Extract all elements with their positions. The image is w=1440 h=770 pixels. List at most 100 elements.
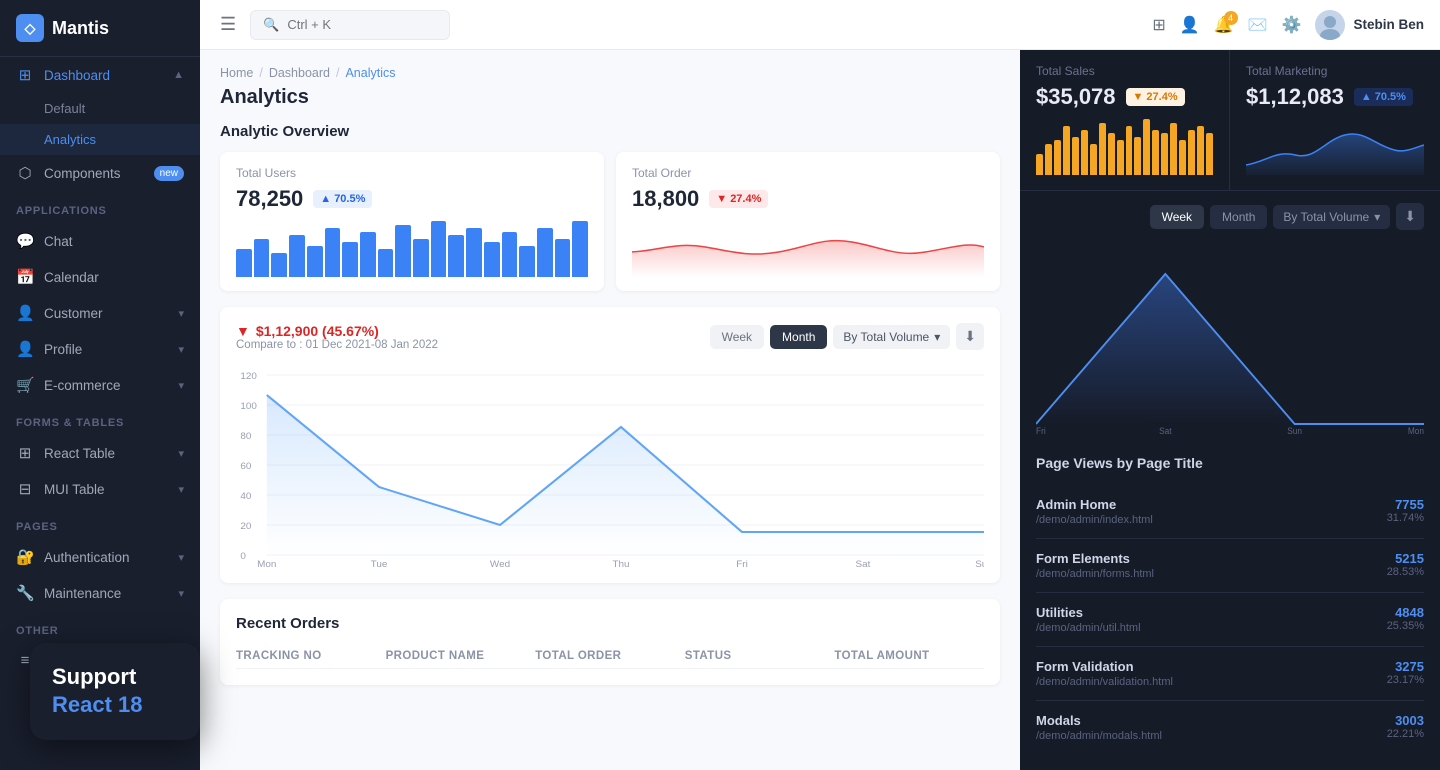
bar: [1170, 123, 1177, 176]
area-chart-marketing: [1246, 120, 1424, 180]
stat-label-orders: Total Order: [632, 166, 984, 180]
week-button[interactable]: Week: [710, 325, 764, 349]
svg-text:Mon: Mon: [1408, 426, 1424, 434]
stat-value-users: 78,250: [236, 186, 303, 212]
bar: [1161, 133, 1168, 175]
dark-main-chart: Fri Sat Sun Mon: [1036, 234, 1424, 439]
bar: [1099, 123, 1106, 176]
user-switch-icon[interactable]: 👤: [1180, 15, 1200, 35]
pv-url-1: /demo/admin/forms.html: [1036, 568, 1154, 580]
stat-value-marketing: $1,12,083: [1246, 84, 1344, 110]
svg-text:Fri: Fri: [736, 559, 748, 567]
svg-text:Mon: Mon: [257, 559, 276, 567]
col-amount: TOTAL AMOUNT: [834, 650, 984, 662]
bar: [1188, 130, 1195, 176]
menu-toggle-button[interactable]: ☰: [216, 10, 240, 39]
breadcrumb-home[interactable]: Home: [220, 66, 253, 80]
dark-month-button[interactable]: Month: [1210, 205, 1267, 229]
page-views-section: Page Views by Page Title Admin Home /dem…: [1020, 439, 1440, 770]
bar-chart-users: [236, 222, 588, 277]
sidebar-item-ecommerce[interactable]: 🛒 E-commerce ▾: [0, 367, 200, 403]
svg-text:20: 20: [240, 521, 251, 531]
stat-card-marketing: Total Marketing $1,12,083 ▲ 70.5%: [1230, 50, 1440, 191]
chevron-down-icon: ▾: [934, 330, 940, 344]
table-header: TRACKING NO PRODUCT NAME TOTAL ORDER STA…: [236, 644, 984, 669]
bar: [395, 225, 411, 278]
sidebar-item-react-table[interactable]: ⊞ React Table ▾: [0, 435, 200, 471]
notifications-icon[interactable]: 🔔 4: [1214, 15, 1234, 35]
support-popup[interactable]: Support React 18: [30, 643, 200, 740]
bar: [1072, 137, 1079, 176]
search-box[interactable]: 🔍: [250, 10, 450, 40]
dark-download-button[interactable]: ⬇: [1396, 203, 1424, 230]
topbar-left: ☰ 🔍: [216, 10, 1140, 40]
support-subtitle: React 18: [52, 691, 178, 720]
dark-volume-button[interactable]: By Total Volume ▾: [1273, 205, 1390, 229]
arrow-down-icon: ▼: [1133, 91, 1144, 103]
pv-count-1: 5215: [1387, 551, 1424, 566]
sidebar-item-customer[interactable]: 👤 Customer ▾: [0, 295, 200, 331]
pv-pct-1: 28.53%: [1387, 566, 1424, 578]
sidebar-item-components[interactable]: ⬡ Components new: [0, 155, 200, 191]
sidebar-item-dashboard[interactable]: ⊞ Dashboard ▲: [0, 57, 200, 93]
bar: [1117, 140, 1124, 175]
logo[interactable]: ◇ Mantis: [0, 0, 200, 57]
bar: [236, 249, 252, 277]
stat-label-users: Total Users: [236, 166, 588, 180]
sidebar-item-mui-table[interactable]: ⊟ MUI Table ▾: [0, 471, 200, 507]
arrow-down-icon: ▼: [716, 193, 727, 205]
pv-pct-2: 25.35%: [1387, 620, 1424, 632]
income-header: ▼ $1,12,900 (45.67%) Compare to : 01 Dec…: [236, 323, 984, 363]
svg-text:Sat: Sat: [856, 559, 871, 567]
week-controls: Week Month By Total Volume ▾ ⬇: [710, 323, 984, 350]
svg-text:Sun: Sun: [1287, 426, 1302, 434]
svg-text:80: 80: [240, 431, 251, 441]
table-icon: ⊞: [16, 444, 34, 462]
bar: [289, 235, 305, 277]
month-button[interactable]: Month: [770, 325, 827, 349]
sidebar-item-authentication[interactable]: 🔐 Authentication ▾: [0, 539, 200, 575]
down-arrow-icon: ▼: [236, 323, 250, 339]
search-icon: 🔍: [263, 17, 279, 33]
content-area: Home / Dashboard / Analytics Analytics A…: [200, 50, 1440, 770]
sidebar-item-calendar[interactable]: 📅 Calendar: [0, 259, 200, 295]
sidebar-sub-analytics[interactable]: Analytics: [0, 124, 200, 155]
chevron-down-icon: ▾: [178, 447, 184, 460]
main-content: ☰ 🔍 ⊞ 👤 🔔 4 ✉️ ⚙️ Stebin Ben: [200, 0, 1440, 770]
income-left: ▼ $1,12,900 (45.67%) Compare to : 01 Dec…: [236, 323, 438, 363]
pv-url-2: /demo/admin/util.html: [1036, 622, 1141, 634]
pv-name-0: Admin Home: [1036, 497, 1153, 512]
svg-text:Tue: Tue: [371, 559, 388, 567]
chevron-down-icon: ▾: [178, 483, 184, 496]
download-button[interactable]: ⬇: [956, 323, 984, 350]
sidebar-item-maintenance[interactable]: 🔧 Maintenance ▾: [0, 575, 200, 611]
sidebar-item-profile[interactable]: 👤 Profile ▾: [0, 331, 200, 367]
analytic-overview-title: Analytic Overview: [220, 123, 1000, 140]
auth-icon: 🔐: [16, 548, 34, 566]
apps-icon[interactable]: ⊞: [1152, 15, 1165, 35]
svg-text:60: 60: [240, 461, 251, 471]
stat-cards: Total Users 78,250 ▲ 70.5% Total Order 1…: [220, 152, 1000, 291]
volume-button[interactable]: By Total Volume ▾: [833, 325, 950, 349]
sidebar-item-chat[interactable]: 💬 Chat: [0, 223, 200, 259]
chevron-down-icon: ▾: [1374, 210, 1380, 224]
user-info[interactable]: Stebin Ben: [1315, 10, 1424, 40]
messages-icon[interactable]: ✉️: [1248, 15, 1268, 35]
dashboard-label: Dashboard: [44, 68, 110, 83]
sidebar-sub-default[interactable]: Default: [0, 93, 200, 124]
bar: [448, 235, 464, 277]
dark-week-button[interactable]: Week: [1150, 205, 1204, 229]
pv-item-0: Admin Home /demo/admin/index.html 7755 3…: [1036, 485, 1424, 539]
breadcrumb-dashboard[interactable]: Dashboard: [269, 66, 330, 80]
bar: [325, 228, 341, 277]
settings-icon[interactable]: ⚙️: [1282, 15, 1302, 35]
stat-label-marketing: Total Marketing: [1246, 64, 1424, 78]
bar: [1179, 140, 1186, 175]
search-input[interactable]: [287, 17, 417, 32]
bar: [1134, 137, 1141, 176]
stat-badge-orders-text: 27.4%: [730, 193, 761, 205]
section-label-pages: Pages: [0, 507, 200, 539]
pv-count-3: 3275: [1387, 659, 1424, 674]
topbar-right: ⊞ 👤 🔔 4 ✉️ ⚙️ Stebin Ben: [1152, 10, 1424, 40]
bar: [484, 242, 500, 277]
